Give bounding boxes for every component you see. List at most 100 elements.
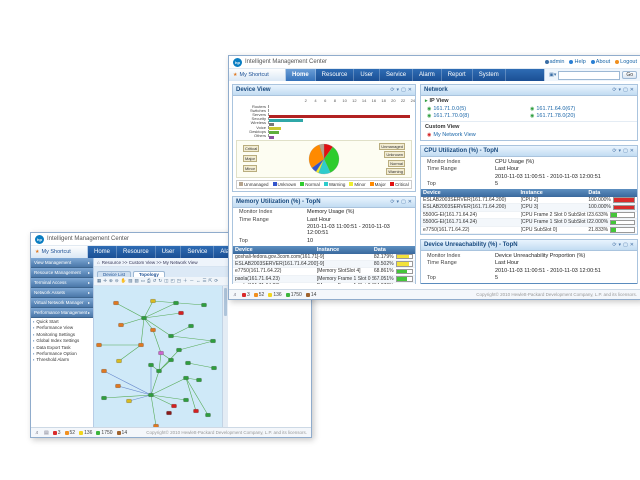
refresh-icon[interactable]: ⟳: [612, 87, 616, 93]
topology-node[interactable]: [197, 378, 202, 382]
menu-tab-resource[interactable]: Resource: [117, 246, 156, 258]
table-row[interactable]: goshali-fedora.gov.3com.com(161.71.64.94…: [233, 254, 415, 261]
sound-icon[interactable]: ♬: [35, 430, 40, 436]
zoom-out-icon[interactable]: ⊖: [115, 277, 119, 285]
sound-icon[interactable]: ♬: [233, 292, 238, 298]
alarm-count[interactable]: 52: [254, 292, 265, 298]
topology-node[interactable]: [206, 413, 211, 417]
topology-node[interactable]: [139, 343, 144, 347]
ip-view-link[interactable]: ◉161.71.64.0(67): [530, 106, 631, 112]
sidebar-item-view-management[interactable]: View Management▸: [31, 258, 93, 268]
device-cell[interactable]: ESLAB2003SERVER(161.71.64.200): [235, 261, 317, 267]
window-dashboard[interactable]: hp Intelligent Management Center admin H…: [228, 55, 640, 300]
restore-icon[interactable]: ▢: [623, 242, 628, 248]
close-icon[interactable]: ✕: [630, 87, 634, 93]
topology-map[interactable]: [94, 286, 222, 428]
close-icon[interactable]: ✕: [408, 87, 412, 93]
table-row[interactable]: ESLAB2003SERVER(161.71.64.200)[-9]80.502…: [233, 261, 415, 268]
table-row[interactable]: e7750(161.71.64.22)[Memory SlotSlot 4]68…: [233, 268, 415, 275]
pan-icon[interactable]: ✋: [121, 277, 127, 285]
table-row[interactable]: 5500G-EI(161.71.64.24)[CPU Frame 1 Slot …: [421, 219, 637, 226]
topology-node[interactable]: [174, 301, 179, 305]
topology-node[interactable]: [102, 369, 107, 373]
menu-tab-user[interactable]: User: [354, 69, 380, 81]
layer-icon[interactable]: ◫: [164, 277, 168, 285]
table-row[interactable]: ESLAB2003SERVER(161.71.64.200)[CPU 2]100…: [421, 197, 637, 204]
ip-view-link[interactable]: ◉161.71.0.0(5): [427, 106, 528, 112]
alarm-count[interactable]: 136: [268, 292, 281, 298]
topology-node[interactable]: [212, 366, 217, 370]
menu-tab-resource[interactable]: Resource: [316, 69, 355, 81]
link-icon[interactable]: ↔: [196, 277, 201, 285]
table-row[interactable]: ESLAB2003SERVER(161.71.64.200)[CPU 3]100…: [421, 204, 637, 211]
minimize-icon[interactable]: ▾: [397, 87, 400, 93]
topology-node[interactable]: [159, 351, 164, 355]
topology-node[interactable]: [149, 393, 154, 397]
close-icon[interactable]: ✕: [408, 199, 412, 205]
alarm-count[interactable]: 14: [117, 430, 128, 436]
legend-icon[interactable]: ☰: [202, 277, 206, 285]
add-node-icon[interactable]: ＋: [183, 277, 188, 285]
topology-node[interactable]: [189, 324, 194, 328]
topology-node[interactable]: [172, 404, 177, 408]
tree-item-threshold-alarm[interactable]: ▪Threshold Alarm: [33, 357, 91, 363]
close-icon[interactable]: ✕: [630, 242, 634, 248]
open-icon[interactable]: ▦: [97, 277, 101, 285]
topology-node[interactable]: [184, 376, 189, 380]
restore-icon[interactable]: ▢: [623, 148, 628, 154]
sidebar-item-network-assets[interactable]: Network Assets▸: [31, 288, 93, 298]
my-shortcut-tab[interactable]: ★My Shortcut: [229, 69, 286, 81]
topology-node[interactable]: [151, 299, 156, 303]
alarm-count[interactable]: 3: [53, 430, 61, 436]
minimize-icon[interactable]: ▾: [619, 242, 622, 248]
topology-node[interactable]: [157, 369, 162, 373]
minimize-icon[interactable]: ▾: [397, 199, 400, 205]
undo-icon[interactable]: ↺: [153, 277, 157, 285]
topology-node[interactable]: [167, 411, 172, 415]
alarm-count[interactable]: 136: [79, 430, 92, 436]
menu-tab-system[interactable]: System: [473, 69, 506, 81]
table-row[interactable]: paola(161.71.64.23)[Memory Frame 1 Slot …: [233, 283, 415, 284]
ip-view-link[interactable]: ◉161.71.70.0(8): [427, 113, 528, 119]
collapse-icon[interactable]: ◳: [177, 277, 181, 285]
device-cell[interactable]: goshali-fedora.gov.3com.com(161.71.64.94…: [235, 254, 317, 260]
refresh-icon[interactable]: ⟳: [390, 199, 394, 205]
minimize-icon[interactable]: ▾: [619, 87, 622, 93]
logout-link[interactable]: Logout: [615, 59, 637, 65]
topology-node[interactable]: [194, 409, 199, 413]
grid-icon[interactable]: ▨: [134, 277, 138, 285]
sidebar-item-performance-management[interactable]: Performance Management▸: [31, 308, 93, 318]
topology-node[interactable]: [151, 328, 156, 332]
menu-tab-user[interactable]: User: [156, 246, 182, 258]
search-go-button[interactable]: Go: [622, 71, 637, 79]
save-icon[interactable]: ▭: [141, 277, 145, 285]
alarm-count[interactable]: 3: [242, 292, 250, 298]
device-cell[interactable]: paola(161.71.64.23): [235, 283, 317, 284]
layout-icon[interactable]: ▧: [128, 277, 132, 285]
restore-icon[interactable]: ▢: [401, 87, 406, 93]
select-icon[interactable]: ✛: [103, 277, 107, 285]
alarm-count[interactable]: 14: [306, 292, 317, 298]
sidebar-item-resource-management[interactable]: Resource Management▸: [31, 268, 93, 278]
topology-node[interactable]: [142, 316, 147, 320]
menu-tab-home[interactable]: Home: [286, 69, 316, 81]
ip-view-link[interactable]: ◉161.71.78.0(20): [530, 113, 631, 119]
map-scrollbar[interactable]: [222, 286, 228, 428]
menu-tab-service[interactable]: Service: [181, 246, 214, 258]
table-row[interactable]: paola(161.71.64.23)[Memory Frame 1 Slot …: [233, 276, 415, 283]
refresh-icon[interactable]: ⟳: [214, 277, 218, 285]
refresh-icon[interactable]: ⟳: [612, 242, 616, 248]
topology-node[interactable]: [149, 363, 154, 367]
log-icon[interactable]: ▤: [44, 430, 49, 436]
sidebar-item-terminal-access[interactable]: Terminal Access▸: [31, 278, 93, 288]
topology-node[interactable]: [97, 343, 102, 347]
topology-node[interactable]: [179, 311, 184, 315]
restore-icon[interactable]: ▢: [623, 87, 628, 93]
close-icon[interactable]: ✕: [630, 148, 634, 154]
admin-user[interactable]: admin: [545, 59, 565, 65]
expand-icon[interactable]: ◰: [170, 277, 174, 285]
device-cell[interactable]: e7750(161.71.64.22): [235, 268, 317, 274]
device-cell[interactable]: 5500G-EI(161.71.64.24): [423, 219, 521, 225]
menu-tab-alarm[interactable]: Alarm: [413, 69, 442, 81]
alarm-count[interactable]: 1750: [96, 430, 112, 436]
